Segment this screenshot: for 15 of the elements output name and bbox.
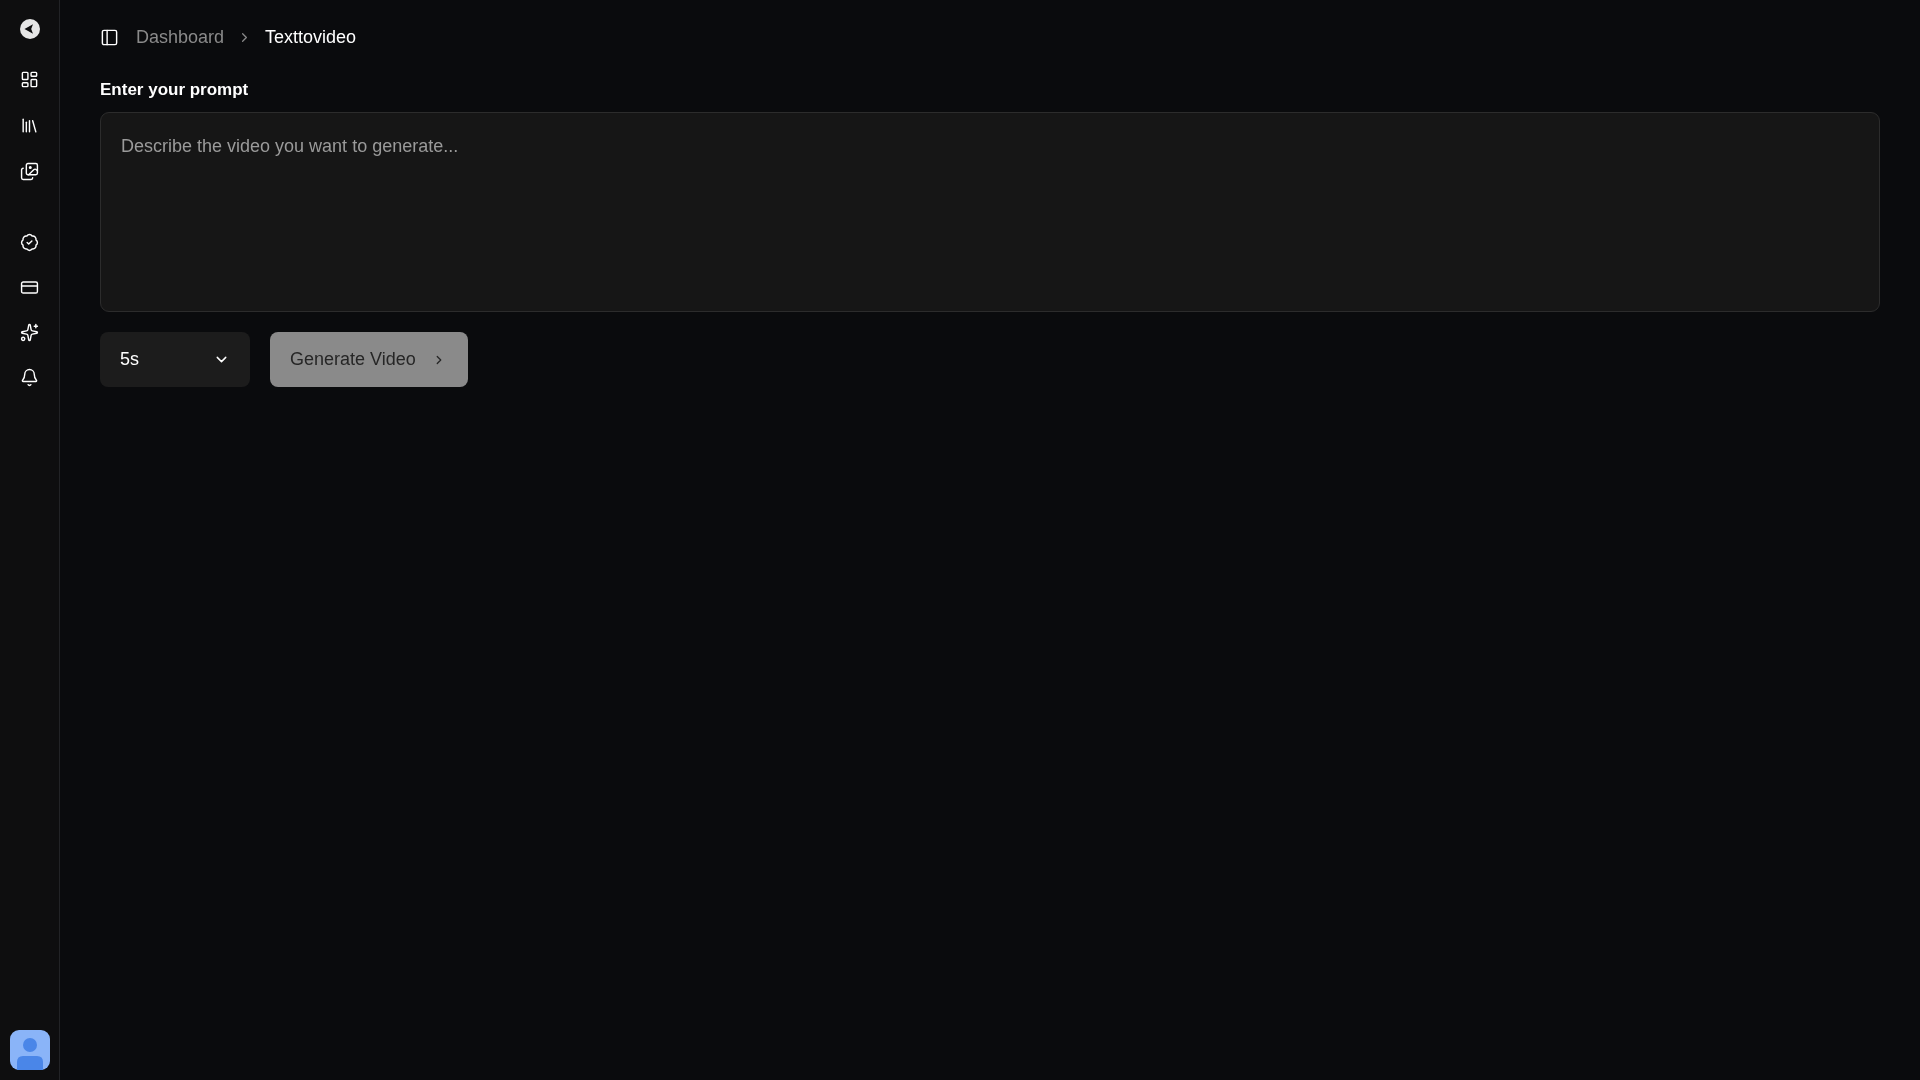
breadcrumb-link[interactable]: Dashboard: [136, 23, 225, 51]
breadcrumb-current: Texttovideo: [265, 25, 357, 49]
avatar-icon[interactable]: [9, 1030, 50, 1070]
sparkles-icon[interactable]: [20, 323, 39, 342]
prompt-label: Enter your prompt: [100, 79, 249, 101]
sidebar-toggle-icon[interactable]: [100, 27, 119, 47]
bell-icon[interactable]: [20, 368, 39, 387]
badge-check-icon[interactable]: [20, 233, 39, 252]
logo-icon[interactable]: [19, 19, 40, 39]
duration-select[interactable]: 5s: [100, 332, 250, 387]
library-icon[interactable]: [20, 116, 39, 135]
dashboard-grid-icon[interactable]: [20, 70, 39, 89]
images-icon[interactable]: [20, 162, 39, 181]
credit-card-icon[interactable]: [20, 278, 39, 297]
prompt-field[interactable]: Describe the video you want to generate...: [100, 112, 1880, 312]
